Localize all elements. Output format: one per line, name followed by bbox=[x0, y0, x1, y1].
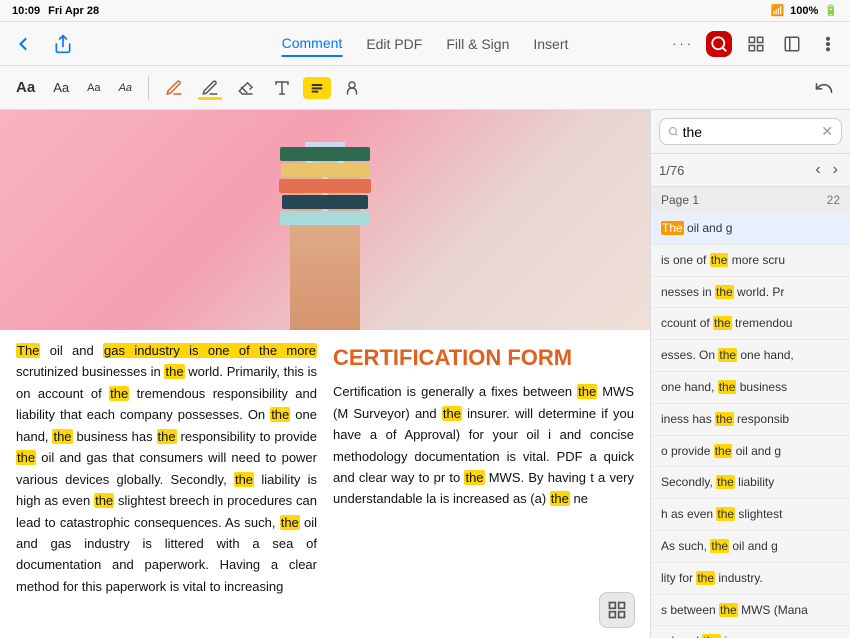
font-btn-2[interactable]: Aa bbox=[47, 76, 75, 99]
highlight-the-r3: the bbox=[464, 470, 484, 485]
search-input-wrap: ✕ bbox=[659, 118, 842, 145]
result-highlight-6: the bbox=[715, 412, 734, 426]
result-item-2[interactable]: nesses in the world. Pr bbox=[651, 277, 850, 309]
document-area[interactable]: The oil and gas industry is one of the m… bbox=[0, 110, 650, 638]
back-button[interactable] bbox=[10, 31, 36, 57]
stamp-tool-btn[interactable] bbox=[337, 75, 367, 101]
font-btn-3[interactable]: Aa bbox=[81, 78, 106, 98]
result-item-6[interactable]: iness has the responsib bbox=[651, 404, 850, 436]
result-highlight-2: the bbox=[715, 285, 734, 299]
sidebar-button[interactable] bbox=[780, 32, 804, 56]
result-highlight-13: the bbox=[702, 634, 721, 638]
highlight-yellow-btn[interactable] bbox=[303, 77, 331, 99]
battery-icon: 🔋 bbox=[824, 4, 838, 17]
search-clear-btn[interactable]: ✕ bbox=[821, 123, 833, 140]
status-time: 10:09 bbox=[12, 5, 40, 17]
highlight-the-r4: the bbox=[550, 491, 570, 506]
undo-button[interactable] bbox=[808, 74, 840, 102]
toolbar: Aa Aa Aa Aa bbox=[0, 66, 850, 110]
search-navigation: ‹ › bbox=[811, 159, 842, 181]
result-item-8[interactable]: Secondly, the liability bbox=[651, 467, 850, 499]
result-item-0[interactable]: The oil and g bbox=[651, 213, 850, 245]
highlight-the-4: the bbox=[270, 407, 290, 422]
search-count: 1/76 bbox=[659, 163, 684, 178]
search-next-btn[interactable]: › bbox=[829, 159, 842, 181]
main-area: The oil and gas industry is one of the m… bbox=[0, 110, 850, 638]
highlight-gas: gas industry is one of the more bbox=[103, 343, 317, 358]
search-results-list[interactable]: The oil and g is one of the more scru ne… bbox=[651, 213, 850, 638]
tab-comment[interactable]: Comment bbox=[282, 31, 343, 57]
search-input[interactable] bbox=[683, 124, 818, 140]
highlight-the-1: The bbox=[16, 343, 40, 358]
doc-page: The oil and gas industry is one of the m… bbox=[0, 110, 650, 638]
result-item-12[interactable]: s between the MWS (Mana bbox=[651, 595, 850, 627]
result-item-13[interactable]: or) and the insurer. bbox=[651, 626, 850, 638]
tab-fill-sign[interactable]: Fill & Sign bbox=[446, 32, 509, 56]
highlight-the-6: the bbox=[157, 429, 177, 444]
cert-title: CERTIFICATION FORM bbox=[333, 340, 634, 375]
result-item-11[interactable]: lity for the industry. bbox=[651, 563, 850, 595]
result-item-7[interactable]: o provide the oil and g bbox=[651, 436, 850, 468]
result-highlight-7: the bbox=[714, 444, 733, 458]
search-page-header: Page 1 22 bbox=[651, 187, 850, 213]
tab-insert[interactable]: Insert bbox=[533, 32, 568, 56]
doc-col-right: CERTIFICATION FORM Certification is gene… bbox=[333, 340, 634, 628]
font-btn-4[interactable]: Aa bbox=[113, 78, 138, 98]
highlight-the-7: the bbox=[16, 450, 36, 465]
search-page-count: 22 bbox=[827, 193, 840, 207]
tab-edit-pdf[interactable]: Edit PDF bbox=[366, 32, 422, 56]
more-button[interactable] bbox=[816, 32, 840, 56]
status-bar: 10:09 Fri Apr 28 📶 100% 🔋 bbox=[0, 0, 850, 22]
result-highlight-9: the bbox=[716, 507, 735, 521]
result-highlight-10: the bbox=[710, 539, 729, 553]
share-button[interactable] bbox=[50, 31, 76, 57]
result-highlight-1: the bbox=[710, 253, 729, 267]
doc-content: The oil and gas industry is one of the m… bbox=[0, 330, 650, 638]
status-wifi: 📶 bbox=[770, 4, 784, 17]
toolbar-sep-1 bbox=[148, 76, 149, 100]
result-highlight-11: the bbox=[696, 571, 715, 585]
result-highlight-0: The bbox=[661, 221, 684, 235]
nav-bar: Comment Edit PDF Fill & Sign Insert ··· bbox=[0, 22, 850, 66]
result-item-10[interactable]: As such, the oil and g bbox=[651, 531, 850, 563]
result-item-5[interactable]: one hand, the business bbox=[651, 372, 850, 404]
highlight-the-r1: the bbox=[577, 384, 597, 399]
status-battery: 100% bbox=[790, 5, 818, 17]
highlight-the-3: the bbox=[109, 386, 129, 401]
floating-action-btn[interactable] bbox=[599, 592, 635, 628]
highlight-the-10: the bbox=[280, 515, 300, 530]
pen-tool-btn[interactable] bbox=[159, 75, 189, 101]
doc-col-left: The oil and gas industry is one of the m… bbox=[16, 340, 317, 628]
highlight-the-2: the bbox=[164, 364, 184, 379]
search-page-label: Page 1 bbox=[661, 193, 699, 207]
result-item-4[interactable]: esses. On the one hand, bbox=[651, 340, 850, 372]
grid-button[interactable] bbox=[744, 32, 768, 56]
result-item-9[interactable]: h as even the slightest bbox=[651, 499, 850, 531]
search-prev-btn[interactable]: ‹ bbox=[811, 159, 824, 181]
three-dots-top: ··· bbox=[672, 36, 694, 51]
result-highlight-4: the bbox=[718, 348, 737, 362]
result-highlight-12: the bbox=[719, 603, 738, 617]
result-highlight-3: the bbox=[713, 316, 732, 330]
eraser-tool-btn[interactable] bbox=[231, 75, 261, 101]
highlight-the-8: the bbox=[234, 472, 254, 487]
text-tool-btn[interactable] bbox=[267, 75, 297, 101]
highlight-the-r2: the bbox=[442, 406, 462, 421]
result-highlight-5: the bbox=[718, 380, 737, 394]
search-bar: ✕ bbox=[651, 110, 850, 154]
result-item-3[interactable]: ccount of the tremendou bbox=[651, 308, 850, 340]
font-btn-1[interactable]: Aa bbox=[10, 75, 41, 100]
doc-header-image bbox=[0, 110, 650, 330]
search-icon-small bbox=[668, 125, 679, 138]
search-panel: ✕ 1/76 ‹ › Page 1 22 The oil and g is on… bbox=[650, 110, 850, 638]
status-day: Fri Apr 28 bbox=[48, 5, 99, 17]
highlight-the-5: the bbox=[52, 429, 72, 444]
result-item-1[interactable]: is one of the more scru bbox=[651, 245, 850, 277]
nav-tabs: Comment Edit PDF Fill & Sign Insert bbox=[282, 31, 569, 57]
highlight-tool-btn[interactable] bbox=[195, 75, 225, 101]
highlight-the-9: the bbox=[94, 493, 114, 508]
result-highlight-8: the bbox=[716, 475, 735, 489]
search-button[interactable] bbox=[706, 31, 732, 57]
